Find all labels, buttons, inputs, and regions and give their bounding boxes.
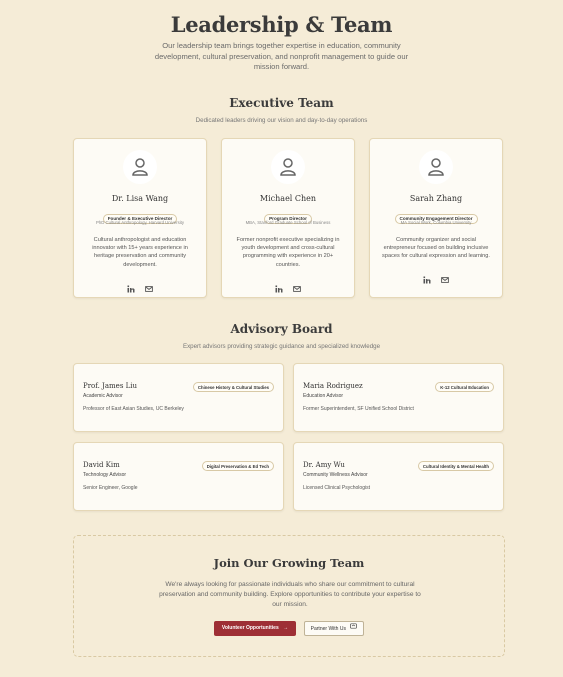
expertise-badge: Cultural Identity & Mental Health — [417, 461, 494, 471]
advisor-name: Maria Rodriguez — [303, 382, 363, 390]
advisor-card: Prof. James Liu Academic Advisor Profess… — [73, 363, 284, 432]
advisor-card: David Kim Technology Advisor Senior Engi… — [73, 442, 284, 511]
linkedin-icon[interactable] — [127, 280, 135, 293]
user-icon — [428, 158, 444, 176]
executive-section-subtitle: Dedicated leaders driving our vision and… — [195, 117, 368, 124]
linkedin-icon[interactable] — [423, 271, 431, 284]
executive-card: Dr. Lisa Wang Founder & Executive Direct… — [73, 138, 207, 298]
avatar — [123, 150, 157, 184]
executive-bio: Cultural anthropologist and education in… — [92, 237, 188, 268]
volunteer-opportunities-button[interactable]: Volunteer Opportunities → — [214, 621, 296, 636]
executive-section-title: Executive Team — [229, 96, 334, 110]
executive-card: Michael Chen Program Director MBA, Stanf… — [221, 138, 355, 298]
join-title: Join Our Growing Team — [213, 556, 365, 570]
executive-education: MBA, Stanford Graduate School of Busines… — [245, 220, 331, 225]
page-title: Leadership & Team — [170, 12, 393, 37]
join-team-section: Join Our Growing Team We're always looki… — [73, 535, 505, 657]
advisor-card: Dr. Amy Wu Community Wellness Advisor Li… — [293, 442, 504, 511]
email-icon[interactable] — [441, 271, 449, 283]
executive-card: Sarah Zhang Community Engagement Directo… — [369, 138, 503, 298]
advisory-section-subtitle: Expert advisors providing strategic guid… — [182, 343, 381, 350]
advisor-detail: Professor of East Asian Studies, UC Berk… — [83, 406, 184, 412]
advisor-detail: Senior Engineer, Google — [83, 485, 138, 491]
volunteer-button-label: Volunteer Opportunities — [221, 625, 279, 631]
partner-with-us-button[interactable]: Partner With Us — [304, 621, 364, 636]
arrow-right-icon: → — [283, 625, 289, 631]
executive-bio: Former nonprofit executive specializing … — [236, 237, 340, 268]
linkedin-icon[interactable] — [275, 280, 283, 293]
avatar — [271, 150, 305, 184]
advisor-card: Maria Rodriguez Education Advisor Former… — [293, 363, 504, 432]
email-icon[interactable] — [145, 280, 153, 292]
user-icon — [132, 158, 148, 176]
email-icon[interactable] — [293, 280, 301, 292]
expertise-badge: Chinese History & Cultural Studies — [192, 382, 274, 392]
expertise-badge: Digital Preservation & Ed Tech — [201, 461, 274, 471]
executive-name: Sarah Zhang — [409, 194, 463, 203]
avatar — [419, 150, 453, 184]
advisor-role: Community Wellness Advisor — [303, 472, 368, 478]
advisor-name: David Kim — [83, 461, 120, 469]
executive-education: MA Social Work, Columbia University — [400, 220, 472, 225]
page-subtitle: Our leadership team brings together expe… — [154, 41, 409, 71]
join-text: We're always looking for passionate indi… — [159, 581, 421, 608]
partner-button-label: Partner With Us — [310, 625, 346, 632]
executive-name: Michael Chen — [259, 194, 317, 203]
advisor-detail: Former Superintendent, SF Unified School… — [303, 406, 414, 412]
advisor-detail: Licensed Clinical Psychologist — [303, 485, 370, 491]
advisor-name: Prof. James Liu — [83, 382, 138, 390]
executive-bio: Community organizer and social entrepren… — [382, 237, 490, 260]
advisor-name: Dr. Amy Wu — [303, 461, 345, 469]
handshake-icon — [350, 622, 358, 635]
advisor-role: Technology Advisor — [83, 472, 127, 478]
user-icon — [280, 158, 296, 176]
expertise-badge: K-12 Cultural Education — [435, 382, 494, 392]
advisory-section-title: Advisory Board — [230, 322, 333, 336]
executive-education: PhD Cultural Anthropology, Harvard Unive… — [95, 220, 185, 225]
executive-name: Dr. Lisa Wang — [111, 194, 169, 203]
advisor-role: Education Advisor — [303, 393, 344, 399]
advisor-role: Academic Advisor — [83, 393, 123, 399]
